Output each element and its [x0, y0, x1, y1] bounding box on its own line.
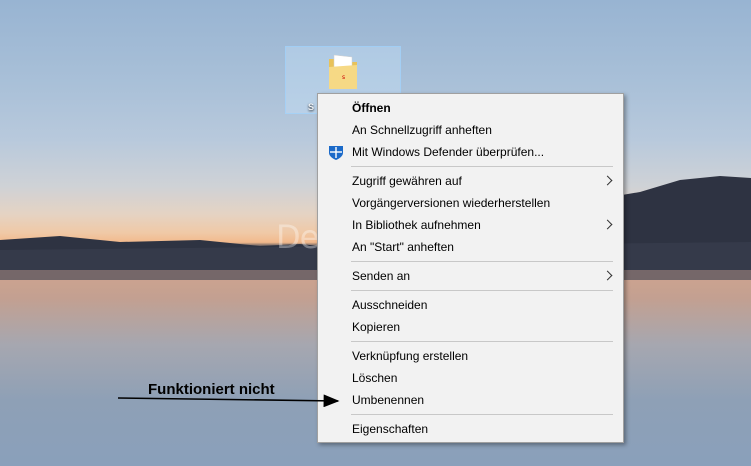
annotation-label: Funktioniert nicht [148, 381, 275, 398]
chevron-right-icon [602, 270, 613, 281]
menu-separator [351, 341, 613, 342]
menu-item-cut[interactable]: Ausschneiden [318, 295, 623, 315]
menu-item-defender-scan[interactable]: Mit Windows Defender überprüfen... [318, 142, 623, 162]
menu-separator [351, 290, 613, 291]
menu-item-delete[interactable]: Löschen [318, 368, 623, 388]
menu-item-label: Mit Windows Defender überprüfen... [352, 145, 545, 159]
context-menu: Öffnen An Schnellzugriff anheften Mit Wi… [317, 93, 624, 443]
folder-icon: s [329, 54, 357, 89]
menu-item-label: Umbenennen [352, 393, 425, 407]
menu-item-label: Vorgängerversionen wiederherstellen [352, 196, 551, 210]
menu-item-rename[interactable]: Umbenennen [318, 390, 623, 410]
menu-item-label: Löschen [352, 371, 398, 385]
menu-item-open[interactable]: Öffnen [318, 98, 623, 118]
menu-item-label: An Schnellzugriff anheften [352, 123, 492, 137]
menu-item-label: Verknüpfung erstellen [352, 349, 469, 363]
menu-item-label: Ausschneiden [352, 298, 428, 312]
menu-item-label: Zugriff gewähren auf [352, 174, 462, 188]
menu-separator [351, 261, 613, 262]
chevron-right-icon [602, 219, 613, 230]
menu-item-copy[interactable]: Kopieren [318, 317, 623, 337]
menu-item-grant-access[interactable]: Zugriff gewähren auf [318, 171, 623, 191]
menu-separator [351, 166, 613, 167]
menu-item-label: Kopieren [352, 320, 401, 334]
menu-item-label: In Bibliothek aufnehmen [352, 218, 481, 232]
menu-item-label: An "Start" anheften [352, 240, 454, 254]
windows-defender-icon [329, 146, 343, 160]
menu-item-create-shortcut[interactable]: Verknüpfung erstellen [318, 346, 623, 366]
menu-item-label: Öffnen [352, 101, 391, 115]
folder-label: s [308, 99, 314, 113]
menu-item-label: Senden an [352, 269, 411, 283]
menu-item-pin-start[interactable]: An "Start" anheften [318, 237, 623, 257]
menu-item-restore-previous[interactable]: Vorgängerversionen wiederherstellen [318, 193, 623, 213]
svg-text:s: s [342, 74, 345, 81]
chevron-right-icon [602, 175, 613, 186]
menu-separator [351, 414, 613, 415]
menu-item-label: Eigenschaften [352, 422, 429, 436]
menu-item-send-to[interactable]: Senden an [318, 266, 623, 286]
menu-item-include-library[interactable]: In Bibliothek aufnehmen [318, 215, 623, 235]
menu-item-pin-quick-access[interactable]: An Schnellzugriff anheften [318, 120, 623, 140]
menu-item-properties[interactable]: Eigenschaften [318, 419, 623, 439]
